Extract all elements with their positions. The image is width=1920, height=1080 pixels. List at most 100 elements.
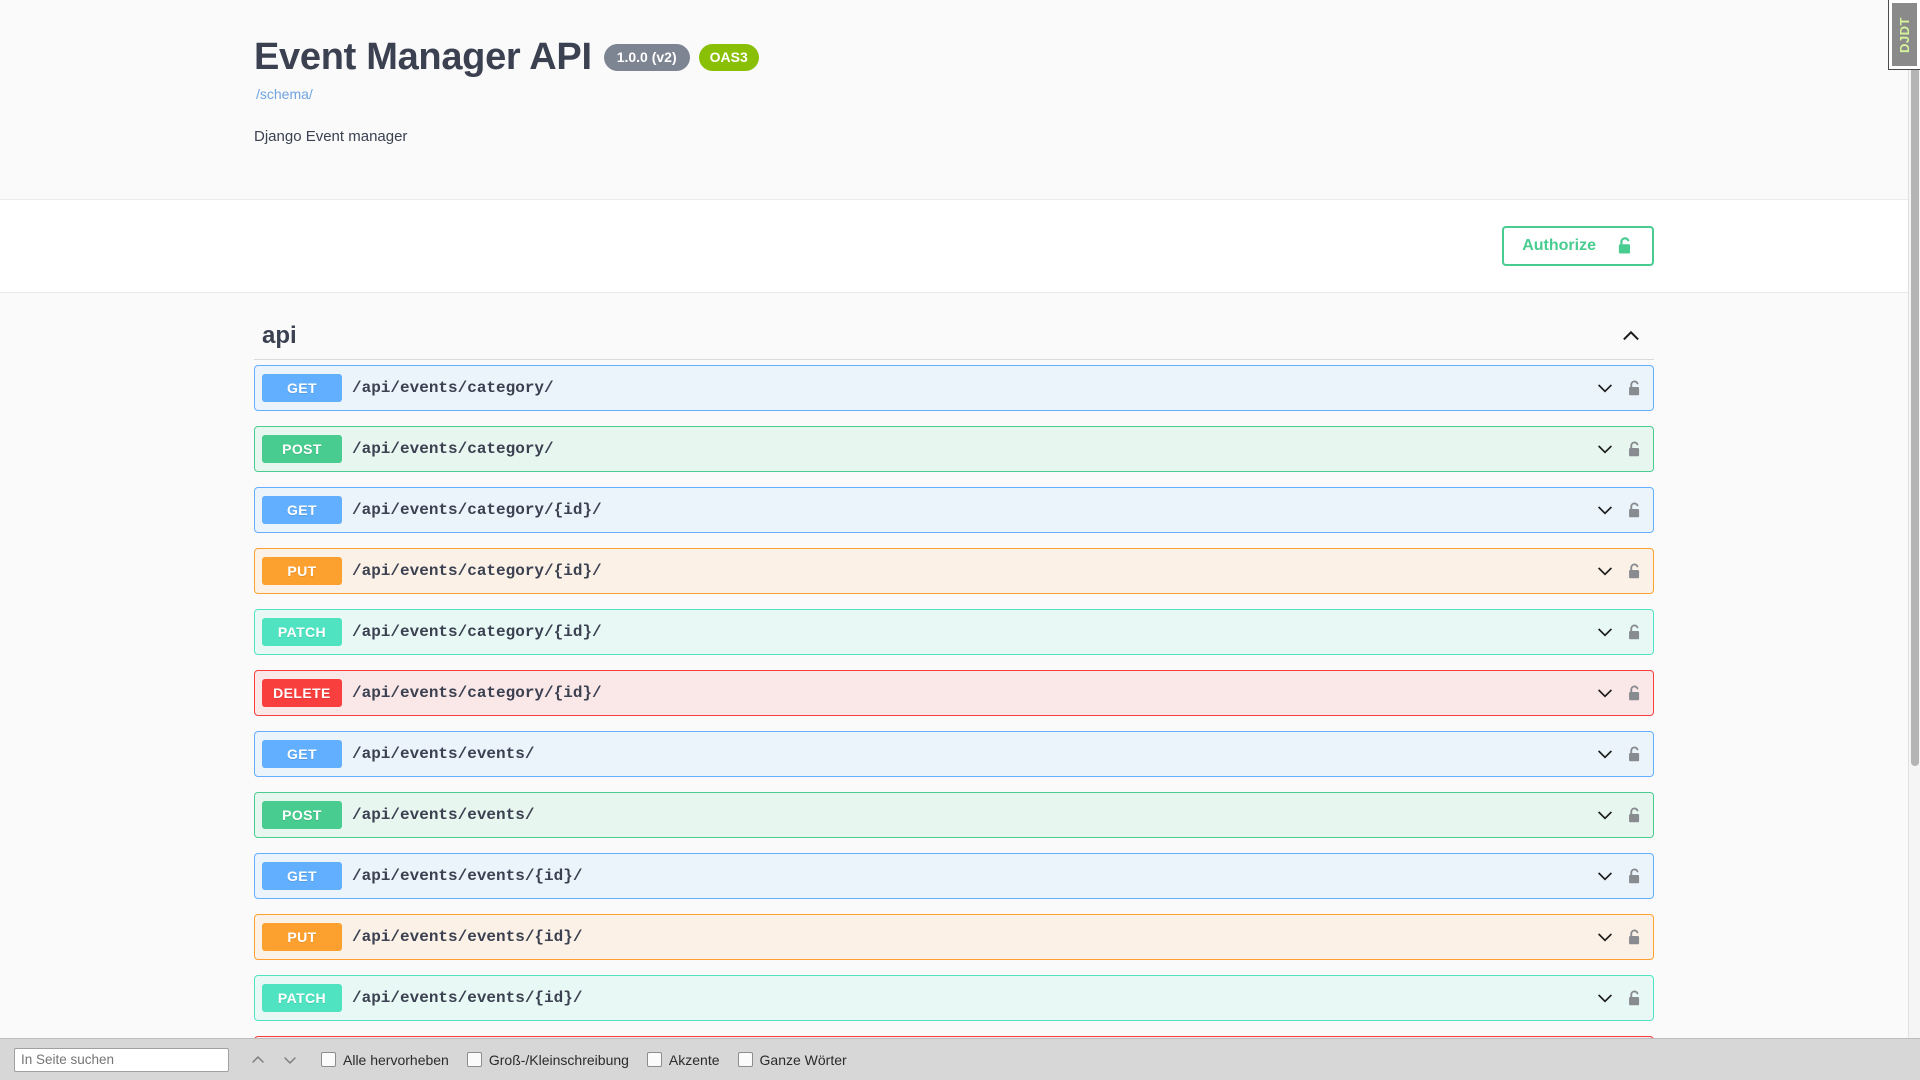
operation-row[interactable]: GET/api/events/category/ — [254, 365, 1654, 411]
lock-icon[interactable] — [1623, 438, 1645, 460]
operation-method-badge: GET — [262, 374, 342, 402]
operation-row[interactable]: PATCH/api/events/category/{id}/ — [254, 609, 1654, 655]
lock-icon[interactable] — [1623, 804, 1645, 826]
operation-row[interactable]: POST/api/events/category/ — [254, 426, 1654, 472]
lock-icon[interactable] — [1623, 621, 1645, 643]
find-option[interactable]: Ganze Wörter — [738, 1052, 847, 1068]
authorize-button-label: Authorize — [1522, 236, 1596, 257]
lock-icon[interactable] — [1623, 560, 1645, 582]
operation-path: /api/events/category/ — [342, 440, 1595, 458]
page-scroll-area: Event Manager API 1.0.0 (v2) OAS3 /schem… — [0, 0, 1908, 1038]
operation-actions — [1595, 499, 1653, 521]
djdt-handle-inner: DJDT — [1892, 3, 1917, 66]
chevron-down-icon — [282, 1052, 298, 1068]
find-option-label: Ganze Wörter — [760, 1052, 847, 1068]
lock-icon[interactable] — [1623, 865, 1645, 887]
operation-path: /api/events/events/{id}/ — [342, 867, 1595, 885]
chevron-down-icon[interactable] — [1595, 988, 1615, 1008]
operation-method-badge: PATCH — [262, 984, 342, 1012]
unlock-icon — [1616, 236, 1634, 256]
find-options: Alle hervorheben Groß-/Kleinschreibung Akz… — [303, 1052, 847, 1068]
operation-method-badge: POST — [262, 435, 342, 463]
title-row: Event Manager API 1.0.0 (v2) OAS3 — [254, 0, 1654, 76]
lock-icon[interactable] — [1623, 926, 1645, 948]
chevron-down-icon[interactable] — [1595, 683, 1615, 703]
operation-path: /api/events/events/{id}/ — [342, 928, 1595, 946]
operation-row[interactable]: DELETE/api/events/category/{id}/ — [254, 670, 1654, 716]
operation-actions — [1595, 987, 1653, 1009]
operation-method-badge: GET — [262, 740, 342, 768]
operation-row[interactable]: GET/api/events/events/ — [254, 731, 1654, 777]
checkbox[interactable] — [647, 1052, 662, 1067]
find-option-label: Akzente — [669, 1052, 720, 1068]
api-info-header: Event Manager API 1.0.0 (v2) OAS3 /schem… — [0, 0, 1908, 200]
lock-icon[interactable] — [1623, 377, 1645, 399]
lock-icon[interactable] — [1623, 987, 1645, 1009]
operation-row[interactable]: GET/api/events/events/{id}/ — [254, 853, 1654, 899]
page-scrollbar-thumb[interactable] — [1911, 6, 1919, 766]
chevron-down-icon[interactable] — [1595, 805, 1615, 825]
version-badge: 1.0.0 (v2) — [604, 44, 690, 71]
find-option[interactable]: Alle hervorheben — [321, 1052, 449, 1068]
checkbox[interactable] — [321, 1052, 336, 1067]
chevron-down-icon[interactable] — [1595, 500, 1615, 520]
chevron-down-icon[interactable] — [1595, 622, 1615, 642]
operation-row[interactable]: GET/api/events/category/{id}/ — [254, 487, 1654, 533]
operation-actions — [1595, 438, 1653, 460]
authorize-band: Authorize — [0, 200, 1908, 293]
operation-actions — [1595, 560, 1653, 582]
operation-actions — [1595, 682, 1653, 704]
chevron-up-icon — [250, 1052, 266, 1068]
chevron-down-icon[interactable] — [1595, 866, 1615, 886]
page-title: Event Manager API — [254, 38, 592, 76]
find-input[interactable] — [14, 1048, 229, 1072]
chevron-down-icon[interactable] — [1595, 439, 1615, 459]
operation-method-badge: PATCH — [262, 618, 342, 646]
operation-actions — [1595, 804, 1653, 826]
checkbox[interactable] — [738, 1052, 753, 1067]
find-previous-button[interactable] — [245, 1048, 271, 1072]
django-debug-toolbar-handle[interactable]: DJDT — [1888, 0, 1920, 70]
api-description: Django Event manager — [254, 128, 1654, 145]
chevron-up-icon — [1620, 325, 1642, 347]
lock-icon[interactable] — [1623, 682, 1645, 704]
find-option[interactable]: Groß-/Kleinschreibung — [467, 1052, 629, 1068]
operation-row[interactable]: PATCH/api/events/events/{id}/ — [254, 975, 1654, 1021]
tag-section-api: api GET/api/events/category/POST/api/eve… — [254, 293, 1654, 1038]
authorize-button[interactable]: Authorize — [1502, 226, 1654, 267]
schema-url-link[interactable]: /schema/ — [256, 86, 313, 102]
operation-method-badge: POST — [262, 801, 342, 829]
find-option-label: Groß-/Kleinschreibung — [489, 1052, 629, 1068]
operation-path: /api/events/category/{id}/ — [342, 623, 1595, 641]
operation-path: /api/events/category/{id}/ — [342, 501, 1595, 519]
operation-method-badge: DELETE — [262, 679, 342, 707]
operation-actions — [1595, 865, 1653, 887]
operation-actions — [1595, 743, 1653, 765]
find-option[interactable]: Akzente — [647, 1052, 720, 1068]
find-option-label: Alle hervorheben — [343, 1052, 449, 1068]
operation-method-badge: PUT — [262, 923, 342, 951]
operation-row[interactable]: PUT/api/events/category/{id}/ — [254, 548, 1654, 594]
operation-list: GET/api/events/category/POST/api/events/… — [254, 365, 1654, 1038]
operation-row[interactable]: POST/api/events/events/ — [254, 792, 1654, 838]
chevron-down-icon[interactable] — [1595, 378, 1615, 398]
operation-path: /api/events/events/{id}/ — [342, 989, 1595, 1007]
oas-version-badge: OAS3 — [699, 44, 759, 71]
page-scrollbar[interactable] — [1908, 0, 1920, 1038]
tag-collapse-toggle[interactable] — [1616, 321, 1646, 351]
find-next-button[interactable] — [277, 1048, 303, 1072]
tag-header[interactable]: api — [254, 320, 1654, 360]
find-navigation — [245, 1048, 303, 1072]
operation-path: /api/events/events/ — [342, 806, 1595, 824]
checkbox[interactable] — [467, 1052, 482, 1067]
operation-actions — [1595, 377, 1653, 399]
operations-content: api GET/api/events/category/POST/api/eve… — [0, 293, 1908, 1038]
chevron-down-icon[interactable] — [1595, 927, 1615, 947]
chevron-down-icon[interactable] — [1595, 561, 1615, 581]
djdt-label: DJDT — [1897, 17, 1912, 53]
lock-icon[interactable] — [1623, 743, 1645, 765]
lock-icon[interactable] — [1623, 499, 1645, 521]
operation-actions — [1595, 621, 1653, 643]
chevron-down-icon[interactable] — [1595, 744, 1615, 764]
operation-row[interactable]: PUT/api/events/events/{id}/ — [254, 914, 1654, 960]
